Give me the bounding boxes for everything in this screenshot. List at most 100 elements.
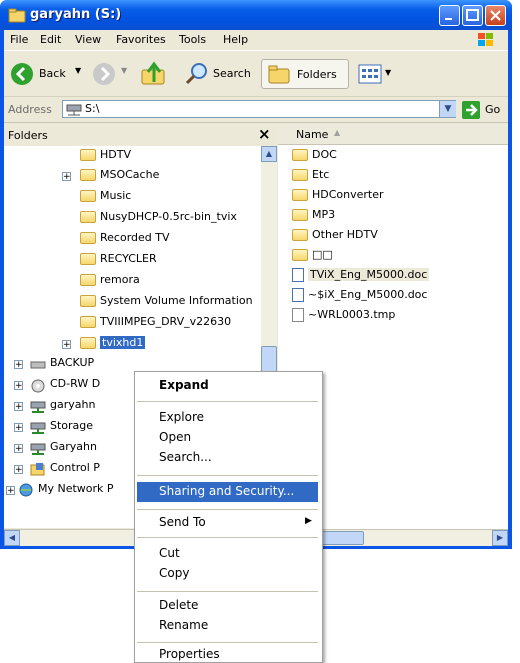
network-places-icon	[18, 483, 34, 501]
menu-copy[interactable]: Copy	[159, 566, 189, 580]
back-dropdown-icon[interactable]: ▼	[75, 66, 81, 75]
file-item-mp3[interactable]: MP3	[292, 208, 335, 221]
menu-favorites[interactable]: Favorites	[116, 33, 166, 46]
folder-icon	[80, 274, 96, 286]
menu-explore[interactable]: Explore	[159, 410, 204, 424]
close-button[interactable]	[485, 5, 506, 26]
menu-open[interactable]: Open	[159, 430, 191, 444]
file-item-hdconverter[interactable]: HDConverter	[292, 188, 384, 201]
scroll-up-icon[interactable]: ▲	[261, 146, 277, 162]
menu-delete[interactable]: Delete	[159, 598, 198, 612]
views-icon	[358, 63, 382, 88]
menu-search[interactable]: Search...	[159, 450, 212, 464]
forward-arrow-icon	[92, 62, 116, 89]
folder-icon	[80, 316, 96, 328]
up-folder-icon[interactable]	[140, 60, 168, 91]
expand-icon[interactable]: +	[14, 423, 23, 433]
address-value: S:\	[85, 102, 100, 115]
context-menu: Expand Explore Open Search... Sharing an…	[134, 371, 323, 663]
file-item-doc[interactable]: DOC	[292, 148, 337, 161]
menu-properties[interactable]: Properties	[159, 647, 220, 661]
tree-item-system-volume[interactable]: System Volume Information	[80, 294, 253, 314]
file-item-etc[interactable]: Etc	[292, 168, 329, 181]
forward-dropdown-icon[interactable]: ▼	[121, 66, 127, 75]
expand-icon[interactable]: +	[62, 340, 71, 350]
file-item-unnamed[interactable]: □□	[292, 248, 333, 261]
folders-button[interactable]: Folders	[261, 59, 349, 89]
expand-icon[interactable]: +	[14, 360, 23, 370]
close-pane-icon[interactable]: ×	[258, 125, 271, 143]
expand-icon[interactable]: +	[14, 402, 23, 412]
network-drive-icon	[30, 400, 46, 417]
menu-separator	[137, 475, 318, 476]
tree-item-recycler[interactable]: RECYCLER	[80, 252, 157, 272]
maximize-button[interactable]	[462, 5, 483, 26]
menu-expand[interactable]: Expand	[159, 378, 209, 392]
folder-icon	[292, 249, 308, 261]
file-item-tvix-doc[interactable]: TViX_Eng_M5000.doc	[292, 268, 430, 282]
folders-pane-header: Folders ×	[4, 124, 276, 147]
go-button[interactable]: Go	[462, 100, 506, 120]
word-doc-icon	[292, 288, 304, 302]
network-drive-icon	[30, 442, 46, 459]
tmp-file-icon	[292, 308, 304, 322]
network-drive-icon	[30, 421, 46, 438]
expand-icon[interactable]: +	[6, 486, 15, 496]
tree-item-garyahn[interactable]: garyahn	[30, 398, 95, 418]
tree-item-garyahn-2[interactable]: Garyahn	[30, 440, 97, 460]
menu-help[interactable]: Help	[223, 33, 248, 46]
menu-view[interactable]: View	[75, 33, 101, 46]
back-button[interactable]: Back ▼	[8, 58, 90, 90]
tree-item-tvixhd1[interactable]: tvixhd1	[80, 336, 146, 356]
views-dropdown-icon: ▼	[385, 68, 392, 77]
menu-send-to[interactable]: Send To	[159, 515, 206, 529]
scroll-left-icon[interactable]: ◀	[4, 530, 20, 546]
menu-rename[interactable]: Rename	[159, 618, 208, 632]
tree-item-hdtv[interactable]: HDTV	[80, 148, 131, 168]
expand-icon[interactable]: +	[14, 465, 23, 475]
menu-separator	[137, 642, 318, 643]
tree-item-my-network[interactable]: My Network P	[18, 482, 114, 502]
title-bar[interactable]: garyahn (S:)	[0, 0, 512, 30]
file-item-other-hdtv[interactable]: Other HDTV	[292, 228, 378, 241]
menu-tools[interactable]: Tools	[179, 33, 206, 46]
menu-cut[interactable]: Cut	[159, 546, 180, 560]
folder-icon	[80, 337, 96, 349]
name-column-header[interactable]: Name ▲	[278, 124, 508, 145]
file-item-wrl-tmp[interactable]: ~WRL0003.tmp	[292, 308, 395, 322]
expand-icon[interactable]: +	[62, 172, 71, 182]
go-label: Go	[485, 103, 501, 116]
menu-separator	[137, 509, 318, 510]
expand-icon[interactable]: +	[14, 381, 23, 391]
tree-item-storage[interactable]: Storage	[30, 419, 93, 439]
tree-item-recorded-tv[interactable]: Recorded TV	[80, 231, 170, 251]
folder-icon	[292, 149, 308, 161]
search-button[interactable]: Search	[182, 58, 260, 90]
tree-item-remora[interactable]: remora	[80, 273, 140, 293]
tree-item-msocache[interactable]: MSOCache	[80, 168, 159, 188]
address-field[interactable]: S:\ ▼	[62, 100, 456, 118]
menu-separator	[137, 591, 318, 592]
expand-icon[interactable]: +	[14, 444, 23, 454]
file-item-tmp-doc[interactable]: ~$iX_Eng_M5000.doc	[292, 288, 427, 302]
folder-icon	[292, 189, 308, 201]
views-button[interactable]: ▼	[354, 59, 398, 89]
tree-item-backup[interactable]: BACKUP	[30, 356, 94, 376]
tree-item-tviiimpeg[interactable]: TVIIIMPEG_DRV_v22630	[80, 315, 231, 335]
tree-item-cd-rw[interactable]: CD-RW D	[30, 377, 100, 397]
forward-button[interactable]: ▼	[90, 58, 138, 90]
standard-toolbar: Back ▼ ▼ Search Folders ▼	[4, 52, 508, 97]
tree-item-nusydhcp[interactable]: NusyDHCP-0.5rc-bin_tvix	[80, 210, 237, 230]
minimize-button[interactable]	[439, 5, 460, 26]
tree-item-music[interactable]: Music	[80, 189, 131, 209]
search-icon	[184, 61, 210, 90]
tree-item-control-panel[interactable]: Control P	[30, 461, 100, 481]
menu-edit[interactable]: Edit	[40, 33, 61, 46]
folder-icon	[292, 209, 308, 221]
go-arrow-icon	[462, 101, 480, 122]
menu-file[interactable]: File	[10, 33, 28, 46]
address-dropdown-icon[interactable]: ▼	[439, 101, 456, 117]
menu-sharing-security[interactable]: Sharing and Security...	[159, 484, 294, 498]
folders-icon	[267, 63, 291, 88]
scroll-right-icon[interactable]: ▶	[492, 530, 508, 546]
